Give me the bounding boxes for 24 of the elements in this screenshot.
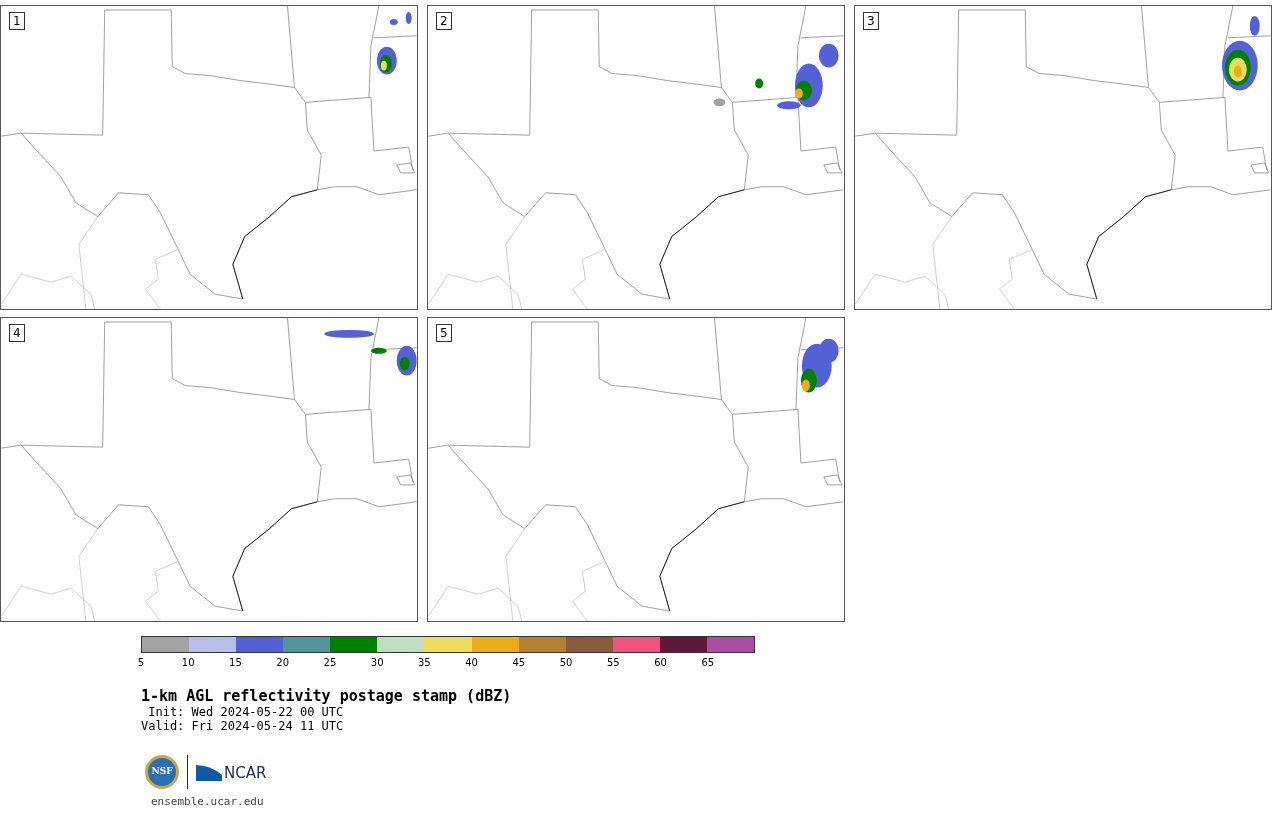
chart-title: 1-km AGL reflectivity postage stamp (dBZ) (141, 687, 512, 705)
tick-label: 10 (181, 657, 195, 669)
tick-label: 25 (323, 657, 337, 669)
tick-label: 20 (276, 657, 290, 669)
panel-number: 2 (436, 12, 452, 30)
panel-number: 1 (9, 12, 25, 30)
tick-label: 60 (654, 657, 667, 669)
tick-label: 30 (370, 657, 384, 669)
valid-time: Valid: Fri 2024-05-24 11 UTC (141, 719, 344, 733)
seal-logo: NSF (145, 755, 179, 789)
panel-number: 3 (863, 12, 879, 30)
tick-label: 50 (559, 657, 573, 669)
init-time: Init: Wed 2024-05-22 00 UTC (147, 705, 344, 719)
panel-number: 4 (9, 324, 25, 342)
tick-label: 65 (701, 657, 715, 669)
tick-label: 40 (465, 657, 478, 669)
tick-label: 45 (512, 657, 526, 669)
tick-label: 5 (137, 657, 145, 669)
panel-number: 5 (436, 324, 452, 342)
tick-label: 15 (229, 657, 242, 669)
tick-label: 55 (606, 657, 620, 669)
tick-label: 35 (418, 657, 431, 669)
ncar-logo: NCAR (196, 763, 267, 781)
website-url: ensemble.ucar.edu (151, 795, 264, 808)
